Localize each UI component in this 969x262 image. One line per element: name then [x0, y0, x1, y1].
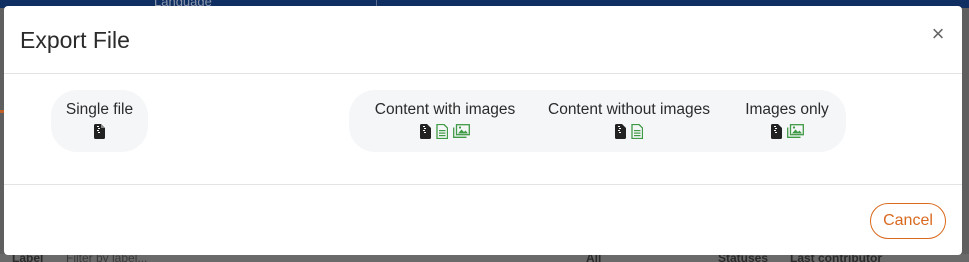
option-content-with-images[interactable]: Content with images [361, 100, 529, 140]
zip-file-icon [770, 124, 782, 139]
document-icon [631, 124, 643, 139]
option-label: Content with images [374, 101, 516, 118]
zip-file-icon [615, 124, 626, 139]
close-button[interactable]: × [930, 21, 946, 46]
option-label: Single file [65, 101, 134, 118]
option-images-only[interactable]: Images only [739, 100, 835, 140]
dialog-footer: Cancel [4, 185, 962, 255]
dialog-title: Export File [20, 27, 130, 53]
zip-file-icon [420, 124, 431, 139]
background-filter-bar: Label Filter by label... All Statuses La… [0, 251, 969, 262]
images-icon [786, 124, 804, 138]
option-label: Content without images [548, 101, 710, 118]
images-icon [453, 124, 470, 138]
cancel-button[interactable]: Cancel [870, 203, 946, 239]
option-single-file[interactable]: Single file [64, 100, 135, 140]
single-file-group: Single file [51, 90, 148, 152]
close-icon: × [931, 21, 945, 46]
dialog-header: Export File × [4, 6, 962, 74]
option-content-without-images[interactable]: Content without images [539, 100, 719, 140]
option-label: Images only [745, 101, 829, 118]
export-file-dialog: Export File × Single file Content with i… [4, 6, 962, 255]
zip-file-icon [94, 124, 105, 139]
dialog-body: Single file Content with images Content … [4, 74, 962, 185]
multi-export-group: Content with images Content without imag… [349, 90, 846, 152]
document-icon [436, 124, 448, 139]
